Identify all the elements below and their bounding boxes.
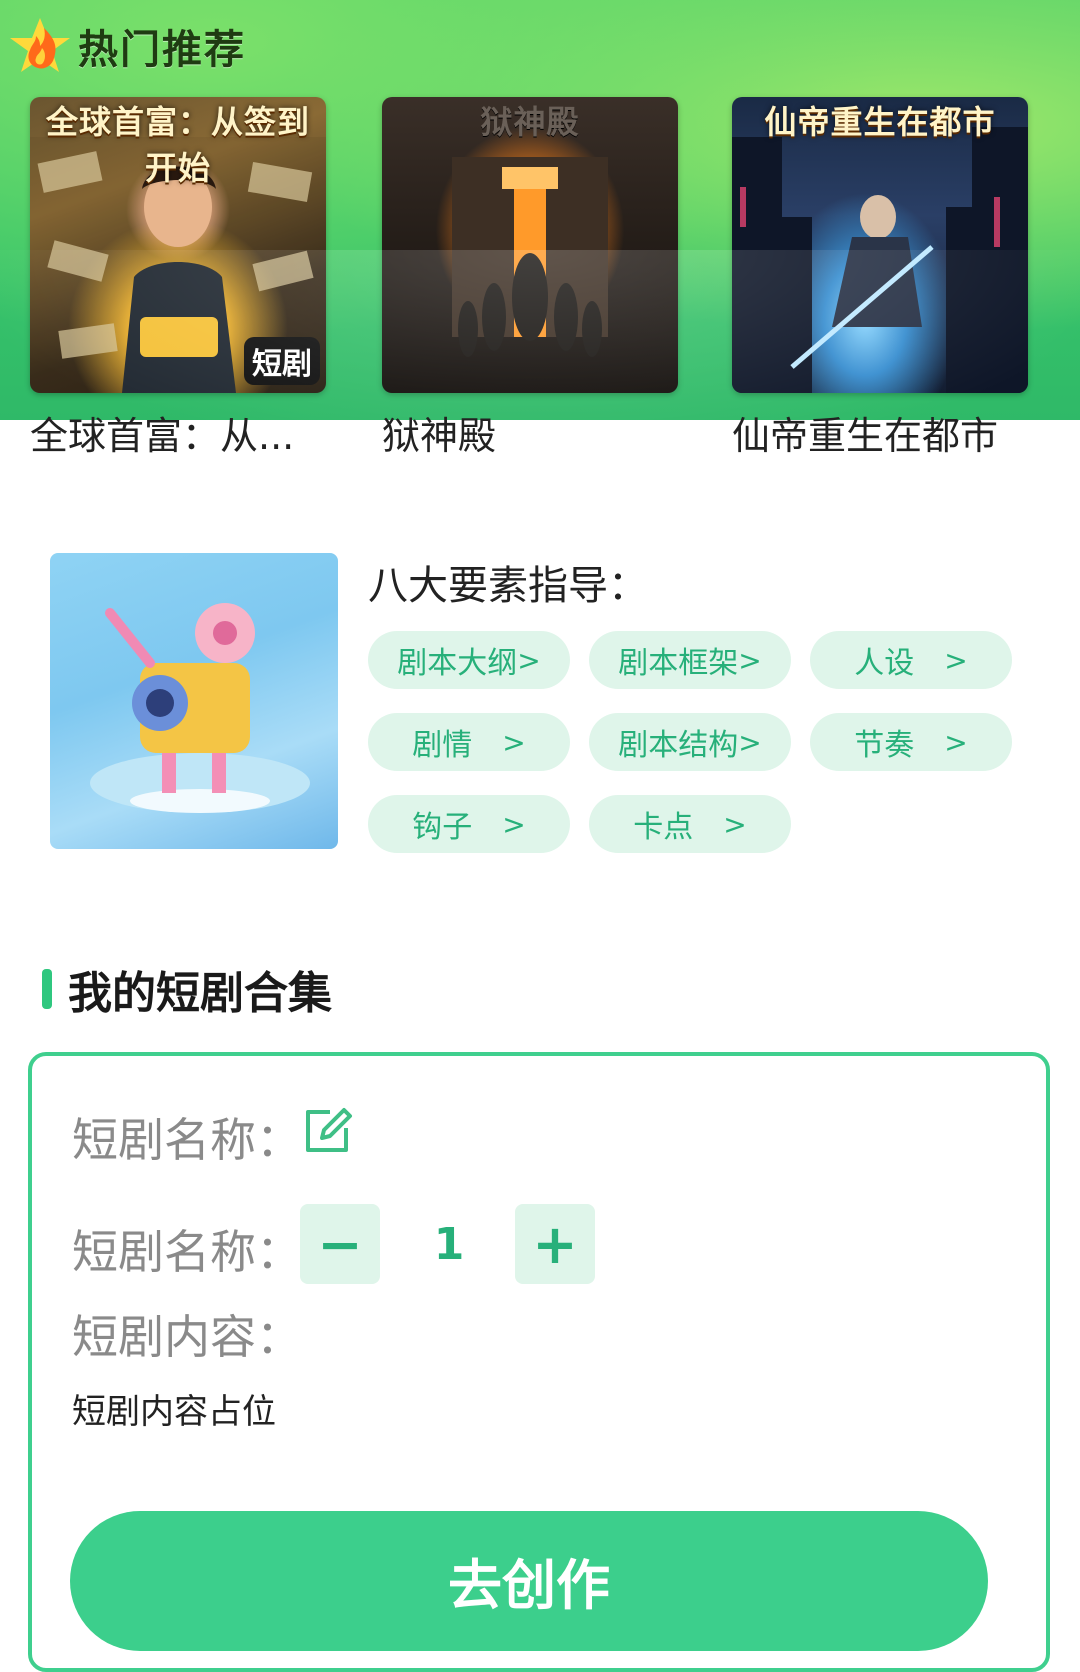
fire-star-icon [8, 14, 72, 78]
chip-climax-point[interactable]: 卡点 > [589, 795, 791, 853]
collection-form: 短剧名称： 短剧名称： − 1 + 短剧内容： 短剧内容占位 去创作 [28, 1052, 1050, 1672]
hot-card-poster[interactable]: 全球首富：从签到开始 短剧 [30, 97, 326, 393]
chevron-right-icon: > [723, 807, 747, 841]
chevron-right-icon: > [738, 725, 762, 759]
collection-header: 我的短剧合集 [42, 963, 332, 1019]
hot-card-list: 全球首富：从签到开始 短剧 狱神殿 仙帝重生在都市 [30, 97, 1050, 393]
chevron-right-icon: > [738, 643, 762, 677]
count-value: 1 [433, 1218, 465, 1270]
hot-header: 热门推荐 [8, 10, 246, 82]
chevron-right-icon: > [944, 725, 968, 759]
hot-card-poster[interactable]: 仙帝重生在都市 [732, 97, 1028, 393]
elements-title: 八大要素指导： [368, 563, 648, 609]
hot-card-names: 全球首富：从... 狱神殿 仙帝重生在都市 [0, 405, 1080, 465]
edit-icon[interactable] [300, 1104, 354, 1158]
chevron-right-icon: > [502, 725, 526, 759]
eight-elements-section: 八大要素指导： 剧本大纲 > 剧本框架 > 人设 > 剧情 > 剧本结构 > 节… [50, 553, 1050, 853]
create-button[interactable]: 去创作 [70, 1511, 988, 1651]
drama-name-label: 短剧名称： [72, 1113, 302, 1167]
drama-content-value[interactable]: 短剧内容占位 [72, 1384, 276, 1433]
chip-character[interactable]: 人设 > [810, 631, 1012, 689]
chip-label: 节奏 [854, 728, 915, 763]
chip-script-outline[interactable]: 剧本大纲 > [368, 631, 570, 689]
chip-hook[interactable]: 钩子 > [368, 795, 570, 853]
card-name[interactable]: 全球首富：从... [30, 405, 294, 460]
chip-label: 卡点 [633, 810, 694, 845]
chip-script-framework[interactable]: 剧本框架 > [589, 631, 791, 689]
chip-plot[interactable]: 剧情 > [368, 713, 570, 771]
guide-illustration [50, 553, 338, 849]
section-accent-bar [42, 969, 52, 1009]
drama-content-label: 短剧内容： [72, 1310, 302, 1364]
plus-icon[interactable]: + [515, 1204, 595, 1284]
chip-label: 人设 [854, 646, 915, 681]
card-name[interactable]: 仙帝重生在都市 [732, 405, 998, 460]
chevron-right-icon: > [944, 643, 968, 677]
minus-icon[interactable]: − [300, 1204, 380, 1284]
card-name[interactable]: 狱神殿 [382, 405, 496, 460]
hot-banner: 热门推荐 全球首富：从签到开始 短剧 狱神殿 仙帝重生在都市 [0, 0, 1080, 420]
poster-title: 狱神殿 [480, 103, 580, 141]
chip-label: 剧本框架 [618, 646, 739, 681]
poster-title: 全球首富：从签到开始 [45, 103, 310, 187]
hot-card-poster[interactable]: 狱神殿 [382, 97, 678, 393]
short-drama-badge: 短剧 [244, 337, 320, 385]
chip-label: 剧本大纲 [397, 646, 518, 681]
chevron-right-icon: > [502, 807, 526, 841]
drama-count-label: 短剧名称： [72, 1225, 302, 1279]
poster-title: 仙帝重生在都市 [764, 103, 996, 141]
chevron-right-icon: > [517, 643, 541, 677]
chip-label: 剧本结构 [618, 728, 739, 763]
chip-label: 钩子 [412, 810, 473, 845]
hot-title: 热门推荐 [78, 27, 246, 73]
collection-title: 我的短剧合集 [68, 968, 332, 1019]
chip-rhythm[interactable]: 节奏 > [810, 713, 1012, 771]
chip-script-structure[interactable]: 剧本结构 > [589, 713, 791, 771]
chip-label: 剧情 [412, 728, 473, 763]
